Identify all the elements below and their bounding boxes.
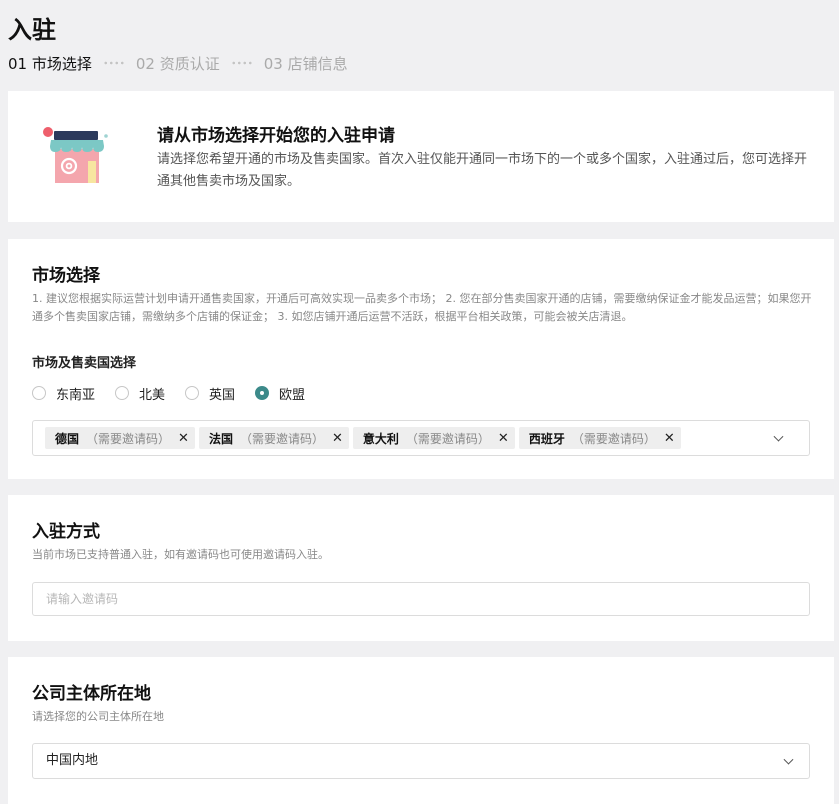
selected-country-tags: 德国 （需要邀请码） ✕ 法国 （需要邀请码） ✕ 意大利 （需要邀请码） ✕ … bbox=[45, 427, 685, 449]
tag-name: 德国 bbox=[55, 431, 80, 446]
chevron-down-icon[interactable] bbox=[773, 431, 784, 442]
radio-circle-checked[interactable] bbox=[255, 386, 270, 400]
invite-code-input[interactable] bbox=[32, 582, 810, 616]
country-tag-france: 法国 （需要邀请码） ✕ bbox=[198, 427, 349, 449]
radio-label: 北美 bbox=[139, 387, 166, 403]
entry-mode-description: 当前市场已支持普通入驻，如有邀请码也可使用邀请码入驻。 bbox=[32, 548, 329, 561]
entry-mode-title: 入驻方式 bbox=[32, 522, 100, 542]
radio-southeast-asia[interactable]: 东南亚 bbox=[32, 384, 95, 403]
company-location-description: 请选择您的公司主体所在地 bbox=[32, 710, 164, 723]
radio-uk[interactable]: 英国 bbox=[185, 384, 235, 403]
step-separator-dots bbox=[102, 61, 125, 65]
company-location-title: 公司主体所在地 bbox=[32, 684, 151, 704]
radio-label: 东南亚 bbox=[56, 387, 96, 403]
tag-note: （需要邀请码） bbox=[239, 431, 324, 446]
market-section-title: 市场选择 bbox=[32, 266, 100, 286]
close-icon[interactable]: ✕ bbox=[178, 431, 189, 446]
radio-circle[interactable] bbox=[32, 386, 46, 400]
chevron-down-icon[interactable] bbox=[783, 754, 794, 765]
tag-note: （需要邀请码） bbox=[571, 431, 656, 446]
step-separator-dots bbox=[230, 61, 253, 65]
tag-name: 西班牙 bbox=[528, 431, 565, 446]
close-icon[interactable]: ✕ bbox=[664, 431, 675, 446]
country-tag-spain: 西班牙 （需要邀请码） ✕ bbox=[518, 427, 681, 449]
market-section-description: 1. 建议您根据实际运营计划申请开通售卖国家，开通后可高效实现一品卖多个市场； … bbox=[32, 292, 812, 323]
tag-name: 意大利 bbox=[362, 431, 399, 446]
market-selection-card: 市场选择 1. 建议您根据实际运营计划申请开通售卖国家，开通后可高效实现一品卖多… bbox=[8, 239, 834, 479]
country-tag-italy: 意大利 （需要邀请码） ✕ bbox=[352, 427, 515, 449]
company-location-select[interactable]: 中国内地 bbox=[32, 743, 810, 779]
intro-description: 请选择您希望开通的市场及售卖国家。首次入驻仅能开通同一市场下的一个或多个国家，入… bbox=[157, 152, 808, 189]
company-location-value: 中国内地 bbox=[46, 753, 99, 768]
close-icon[interactable]: ✕ bbox=[498, 431, 509, 446]
intro-title: 请从市场选择开始您的入驻申请 bbox=[157, 126, 395, 146]
step-qualification: 02 资质认证 bbox=[135, 54, 220, 73]
step-indicator: 01 市场选择 02 资质认证 03 店铺信息 bbox=[8, 53, 348, 73]
country-multi-select[interactable]: 德国 （需要邀请码） ✕ 法国 （需要邀请码） ✕ 意大利 （需要邀请码） ✕ … bbox=[32, 420, 810, 456]
tag-note: （需要邀请码） bbox=[405, 431, 490, 446]
radio-circle[interactable] bbox=[115, 386, 130, 400]
market-country-subtitle: 市场及售卖国选择 bbox=[32, 356, 137, 371]
storefront-icon bbox=[43, 127, 108, 183]
close-icon[interactable]: ✕ bbox=[332, 431, 343, 446]
radio-circle[interactable] bbox=[185, 386, 200, 400]
tag-note: （需要邀请码） bbox=[86, 431, 171, 446]
radio-eu[interactable]: 欧盟 bbox=[255, 384, 305, 403]
step-market-selection: 01 市场选择 bbox=[8, 54, 92, 73]
page-title: 入驻 bbox=[8, 16, 56, 44]
radio-label: 英国 bbox=[209, 387, 236, 403]
entry-mode-card: 入驻方式 当前市场已支持普通入驻，如有邀请码也可使用邀请码入驻。 bbox=[8, 495, 834, 641]
country-tag-germany: 德国 （需要邀请码） ✕ bbox=[45, 427, 195, 449]
radio-label: 欧盟 bbox=[279, 387, 306, 403]
radio-north-america[interactable]: 北美 bbox=[115, 384, 165, 403]
intro-card: 请从市场选择开始您的入驻申请 请选择您希望开通的市场及售卖国家。首次入驻仅能开通… bbox=[8, 91, 834, 222]
company-location-card: 公司主体所在地 请选择您的公司主体所在地 中国内地 bbox=[8, 657, 834, 804]
tag-name: 法国 bbox=[208, 431, 233, 446]
market-radio-group: 东南亚 北美 英国 欧盟 bbox=[32, 383, 325, 403]
step-store-info: 03 店铺信息 bbox=[263, 54, 348, 73]
